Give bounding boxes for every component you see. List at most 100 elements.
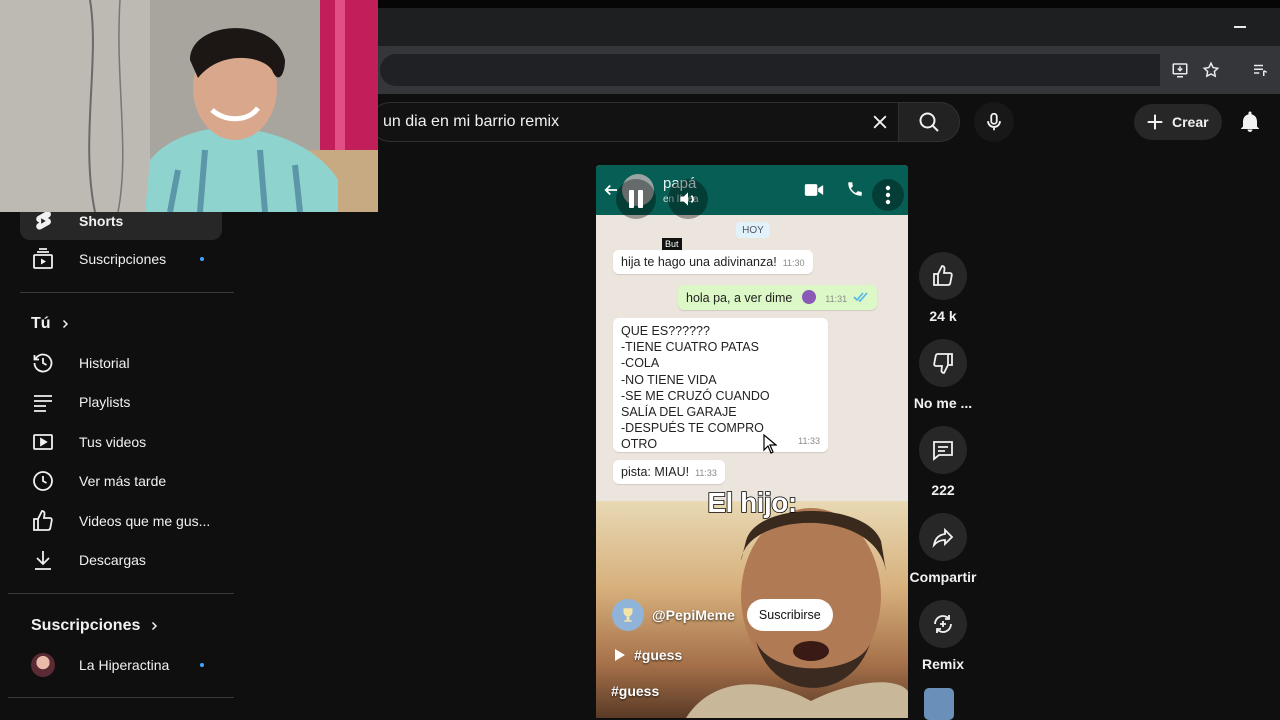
comments-action[interactable]: 222 xyxy=(912,426,974,498)
message-time: 11:33 xyxy=(798,436,820,446)
message-text: hija te hago una adivinanza! xyxy=(621,255,777,269)
volume-icon xyxy=(680,192,694,206)
channel-row: @PepiMeme Suscribirse xyxy=(612,599,833,631)
search-icon xyxy=(919,112,939,132)
like-action[interactable]: 24 k xyxy=(912,252,974,324)
bookmark-star-icon[interactable] xyxy=(1201,60,1221,80)
clear-search-button[interactable] xyxy=(866,108,894,136)
like-button[interactable] xyxy=(919,252,967,300)
thumbs-up-icon xyxy=(31,509,55,533)
plus-icon xyxy=(1147,114,1163,130)
sidebar-item-liked-videos[interactable]: Videos que me gus... xyxy=(20,502,222,540)
shorts-player[interactable]: papá en línea HOY But hija te hago una a… xyxy=(596,165,908,718)
subscribe-button[interactable]: Suscribirse xyxy=(746,599,833,631)
volume-button[interactable] xyxy=(668,179,708,219)
message-text: pista: MIAU! xyxy=(621,465,690,479)
mouse-cursor-icon xyxy=(763,434,777,454)
sidebar-item-label: Ver más tarde xyxy=(79,473,167,489)
search-query-text: un dia en mi barrio remix xyxy=(383,113,560,130)
history-icon xyxy=(31,351,55,375)
message-time: 11:30 xyxy=(782,258,805,268)
remix-icon xyxy=(934,615,952,633)
remix-button[interactable] xyxy=(919,600,967,648)
message-time: 11:33 xyxy=(695,468,717,478)
new-content-dot xyxy=(200,257,204,261)
video-call-icon xyxy=(804,184,824,196)
search-input[interactable]: un dia en mi barrio remix xyxy=(370,102,905,142)
create-button[interactable]: Crear xyxy=(1134,104,1222,140)
share-button[interactable] xyxy=(919,513,967,561)
dislike-action[interactable]: No me ... xyxy=(912,339,974,411)
more-options-button[interactable] xyxy=(872,179,904,211)
dislike-label: No me ... xyxy=(913,395,973,411)
sound-thumbnail[interactable] xyxy=(924,688,954,720)
chat-day-chip: HOY xyxy=(736,222,770,238)
hashtag-link[interactable]: #guess xyxy=(614,647,682,663)
address-bar[interactable] xyxy=(380,54,1160,86)
sidebar-item-watch-later[interactable]: Ver más tarde xyxy=(20,462,222,500)
subscriptions-icon xyxy=(31,247,55,271)
share-label: Compartir xyxy=(909,569,977,585)
overlay-tag: But xyxy=(662,238,682,250)
sidebar-item-playlists[interactable]: Playlists xyxy=(20,383,222,421)
new-content-dot xyxy=(200,663,204,667)
sidebar-item-label: Shorts xyxy=(79,213,124,229)
sidebar-item-label: Videos que me gus... xyxy=(79,513,211,529)
sidebar-divider xyxy=(20,292,234,293)
chat-message-in: hija te hago una adivinanza! 11:30 xyxy=(613,250,813,274)
play-icon xyxy=(615,649,625,661)
short-title[interactable]: #guess xyxy=(611,683,659,699)
your-videos-icon xyxy=(31,430,55,454)
you-section-header[interactable]: Tú xyxy=(31,315,71,333)
sidebar: Shorts Suscripciones Tú Historial Playli… xyxy=(0,150,240,720)
playlist-icon xyxy=(31,390,55,414)
sidebar-item-label: Playlists xyxy=(79,394,131,410)
sidebar-divider xyxy=(8,697,234,698)
microphone-icon xyxy=(987,112,1001,131)
notifications-button[interactable] xyxy=(1236,108,1264,136)
video-caption: El hijo: xyxy=(707,486,798,519)
remix-action[interactable]: Remix xyxy=(912,600,974,672)
thumbs-up-icon xyxy=(933,265,953,286)
emoji-icon xyxy=(801,290,816,304)
pause-icon xyxy=(629,190,643,208)
sidebar-item-label: Descargas xyxy=(79,552,146,568)
browser-tab-strip xyxy=(378,8,1280,46)
shorts-icon xyxy=(31,209,55,233)
channel-avatar[interactable] xyxy=(612,599,644,631)
pause-button[interactable] xyxy=(616,179,656,219)
sidebar-item-label: Tus videos xyxy=(79,434,147,450)
thumbs-down-icon xyxy=(933,353,953,374)
install-app-icon[interactable] xyxy=(1170,60,1190,80)
create-button-label: Crear xyxy=(1172,114,1209,130)
comments-button[interactable] xyxy=(919,426,967,474)
double-check-icon xyxy=(853,292,868,303)
you-section-title: Tú xyxy=(31,315,51,332)
minimize-window-icon[interactable] xyxy=(1234,26,1246,28)
channel-handle[interactable]: @PepiMeme xyxy=(652,607,735,623)
close-icon xyxy=(873,115,887,129)
sidebar-item-subscriptions[interactable]: Suscripciones xyxy=(20,240,222,278)
hashtag-text: #guess xyxy=(634,647,683,663)
sidebar-item-label: La Hiperactina xyxy=(79,657,170,673)
message-text: QUE ES?????? -TIENE CUATRO PATAS -COLA -… xyxy=(621,324,770,452)
dislike-button[interactable] xyxy=(919,339,967,387)
sidebar-item-downloads[interactable]: Descargas xyxy=(20,541,222,579)
comment-icon xyxy=(933,441,953,461)
media-queue-icon[interactable] xyxy=(1250,60,1270,80)
search-button[interactable] xyxy=(898,102,960,142)
like-count: 24 k xyxy=(929,308,957,324)
voice-search-button[interactable] xyxy=(974,102,1014,142)
webcam-overlay xyxy=(0,0,378,212)
sidebar-item-label: Suscripciones xyxy=(79,251,167,267)
remix-label: Remix xyxy=(921,656,965,672)
chat-message-in: pista: MIAU! 11:33 xyxy=(613,460,725,484)
sidebar-item-your-videos[interactable]: Tus videos xyxy=(20,423,222,461)
sidebar-item-label: Historial xyxy=(79,355,130,371)
bell-icon xyxy=(1241,111,1259,132)
subscriptions-section-header[interactable]: Suscripciones xyxy=(31,617,160,635)
share-action[interactable]: Compartir xyxy=(909,513,977,585)
sidebar-channel-item[interactable]: La Hiperactina xyxy=(20,646,222,684)
chat-message-in: QUE ES?????? -TIENE CUATRO PATAS -COLA -… xyxy=(613,318,828,452)
sidebar-item-history[interactable]: Historial xyxy=(20,344,222,382)
